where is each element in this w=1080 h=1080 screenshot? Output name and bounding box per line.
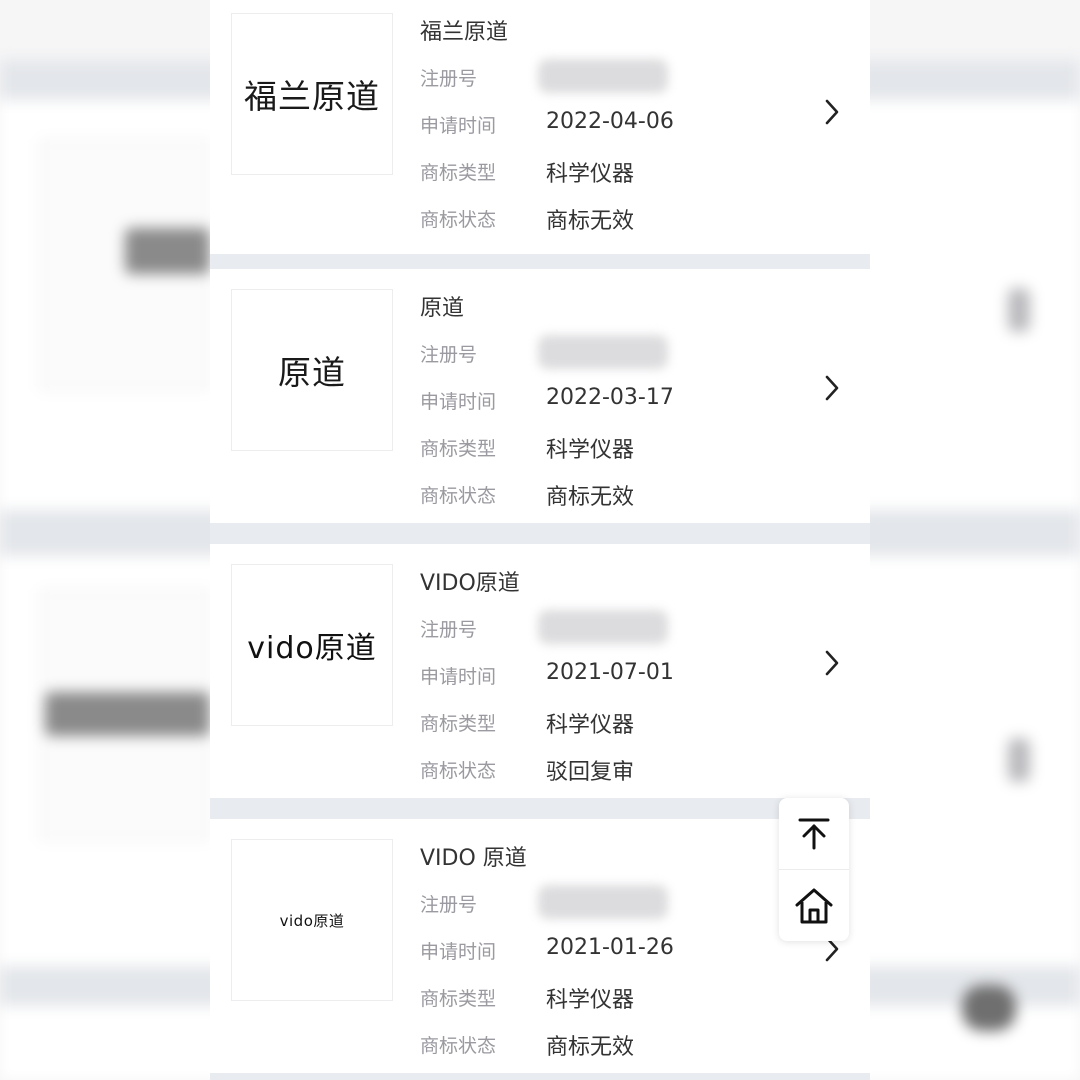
reg-number-label: 注册号 [420, 344, 478, 366]
type-row: 商标类型 科学仪器 [420, 707, 820, 738]
apply-date-row: 申请时间 2021-01-26 [420, 935, 820, 965]
type-row: 商标类型 科学仪器 [420, 156, 820, 187]
trademark-logo: 原道 [231, 289, 393, 451]
trademark-name: VIDO 原道 [420, 846, 527, 871]
apply-date-label: 申请时间 [420, 115, 497, 137]
reg-number-redacted [538, 610, 668, 644]
apply-date-label: 申请时间 [420, 941, 497, 963]
type-label: 商标类型 [420, 713, 497, 735]
reg-number-redacted [538, 59, 668, 93]
apply-date-value: 2021-07-01 [546, 660, 674, 685]
type-value: 科学仪器 [546, 438, 635, 463]
chevron-right-icon[interactable] [820, 94, 844, 130]
apply-date-row: 申请时间 2022-03-17 [420, 385, 820, 415]
trademark-logo: vido原道 [231, 564, 393, 726]
apply-date-value: 2021-01-26 [546, 935, 674, 960]
home-icon [795, 888, 833, 923]
status-value: 商标无效 [546, 485, 635, 510]
chevron-right-icon[interactable] [820, 645, 844, 681]
trademark-card[interactable]: 原道 原道 注册号 申请时间 2022-03-17 商标类型 科学仪器 商标状态… [210, 269, 870, 523]
apply-date-label: 申请时间 [420, 391, 497, 413]
apply-date-row: 申请时间 2021-07-01 [420, 660, 820, 690]
type-value: 科学仪器 [546, 988, 635, 1013]
apply-date-value: 2022-04-06 [546, 109, 674, 134]
status-value: 驳回复审 [546, 760, 635, 785]
trademark-card[interactable]: vido原道 VIDO 原道 注册号 申请时间 2021-01-26 商标类型 … [210, 819, 870, 1073]
floating-actions [779, 798, 849, 941]
reg-number-row: 注册号 [420, 335, 820, 369]
home-button[interactable] [779, 870, 849, 941]
status-label: 商标状态 [420, 760, 497, 782]
reg-number-row: 注册号 [420, 885, 820, 919]
trademark-name: VIDO原道 [420, 571, 520, 596]
status-value: 商标无效 [546, 209, 635, 234]
status-row: 商标状态 商标无效 [420, 203, 820, 234]
trademark-card[interactable]: vido原道 VIDO原道 注册号 申请时间 2021-07-01 商标类型 科… [210, 544, 870, 798]
reg-number-row: 注册号 [420, 610, 820, 644]
type-label: 商标类型 [420, 988, 497, 1010]
status-value: 商标无效 [546, 1035, 635, 1060]
reg-number-label: 注册号 [420, 68, 478, 90]
reg-number-row: 注册号 [420, 59, 820, 93]
reg-number-label: 注册号 [420, 619, 478, 641]
trademark-logo: vido原道 [231, 839, 393, 1001]
logo-text: vido原道 [279, 911, 345, 930]
logo-text: vido原道 [247, 631, 377, 666]
reg-number-redacted [538, 885, 668, 919]
logo-text: 原道 [278, 353, 346, 392]
status-label: 商标状态 [420, 485, 497, 507]
apply-date-value: 2022-03-17 [546, 385, 674, 410]
status-row: 商标状态 驳回复审 [420, 754, 820, 785]
reg-number-redacted [538, 335, 668, 369]
type-value: 科学仪器 [546, 162, 635, 187]
apply-date-label: 申请时间 [420, 666, 497, 688]
status-label: 商标状态 [420, 209, 497, 231]
status-label: 商标状态 [420, 1035, 497, 1057]
trademark-name: 福兰原道 [420, 20, 509, 45]
type-row: 商标类型 科学仪器 [420, 982, 820, 1013]
type-row: 商标类型 科学仪器 [420, 432, 820, 463]
status-row: 商标状态 商标无效 [420, 479, 820, 510]
apply-date-row: 申请时间 2022-04-06 [420, 109, 820, 139]
type-label: 商标类型 [420, 162, 497, 184]
reg-number-label: 注册号 [420, 894, 478, 916]
back-to-top-button[interactable] [779, 798, 849, 869]
status-row: 商标状态 商标无效 [420, 1029, 820, 1060]
logo-text: 福兰原道 [244, 77, 380, 116]
arrow-up-to-top-icon [798, 818, 830, 849]
chevron-right-icon[interactable] [820, 370, 844, 406]
type-label: 商标类型 [420, 438, 497, 460]
trademark-list: 福兰原道 福兰原道 注册号 申请时间 2022-04-06 商标类型 科学仪器 … [210, 0, 870, 1080]
type-value: 科学仪器 [546, 713, 635, 738]
trademark-card[interactable]: 福兰原道 福兰原道 注册号 申请时间 2022-04-06 商标类型 科学仪器 … [210, 0, 870, 254]
trademark-name: 原道 [420, 296, 465, 321]
trademark-logo: 福兰原道 [231, 13, 393, 175]
